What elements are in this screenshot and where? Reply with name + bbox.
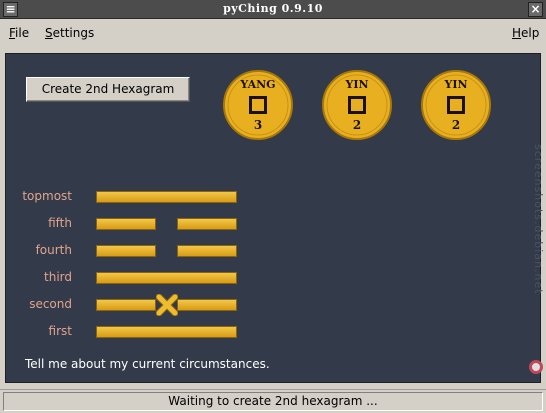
menu-file[interactable]: File: [9, 26, 29, 40]
yin-line-segment-right: [177, 245, 237, 257]
question-text: Tell me about my current circumstances.: [25, 357, 270, 371]
coin-side-label: YIN: [444, 78, 468, 91]
coin-value: 2: [352, 118, 362, 132]
yin-line-segment-left: [96, 245, 156, 257]
create-2nd-hexagram-button[interactable]: Create 2nd Hexagram: [26, 77, 190, 102]
menu-help[interactable]: Help: [512, 26, 539, 40]
line-label: fourth: [35, 243, 72, 257]
menu-bar: File Settings Help: [0, 20, 546, 47]
status-bar: Waiting to create 2nd hexagram ...: [0, 389, 546, 413]
coin-1: YANG 3: [222, 69, 294, 141]
reading-panel: Create 2nd Hexagram YANG 3 YIN 2 YIN 2 t: [5, 53, 545, 383]
menu-settings[interactable]: Settings: [45, 26, 94, 40]
yang-line-segment: [96, 191, 237, 203]
close-button[interactable]: ×: [528, 2, 543, 17]
line-label: second: [29, 297, 72, 311]
yang-line-segment: [96, 326, 237, 338]
coin-value: 2: [451, 118, 461, 132]
moving-line-cross-icon: [156, 294, 178, 316]
window-title: pyChing 0.9.10: [223, 2, 323, 15]
yin-line-segment-right: [177, 218, 237, 230]
status-text: Waiting to create 2nd hexagram ...: [3, 392, 543, 411]
line-label: first: [48, 324, 72, 338]
line-label: topmost: [22, 189, 72, 203]
yin-line-segment-left: [96, 299, 156, 311]
yang-line-segment: [96, 272, 237, 284]
coin-side-label: YIN: [345, 78, 369, 91]
coin-value: 3: [253, 118, 263, 132]
coin-side-label: YANG: [240, 78, 276, 91]
coin-3: YIN 2: [420, 69, 492, 141]
watermark: screenshots.debian.net: [532, 144, 545, 295]
line-label: third: [44, 270, 72, 284]
yin-line-segment-left: [96, 218, 156, 230]
close-icon: ×: [530, 2, 541, 16]
debian-logo-icon: [529, 360, 543, 374]
yin-line-segment-right: [177, 299, 237, 311]
line-label: fifth: [48, 216, 72, 230]
title-bar: ≡ pyChing 0.9.10 ×: [0, 0, 546, 19]
coin-2: YIN 2: [321, 69, 393, 141]
